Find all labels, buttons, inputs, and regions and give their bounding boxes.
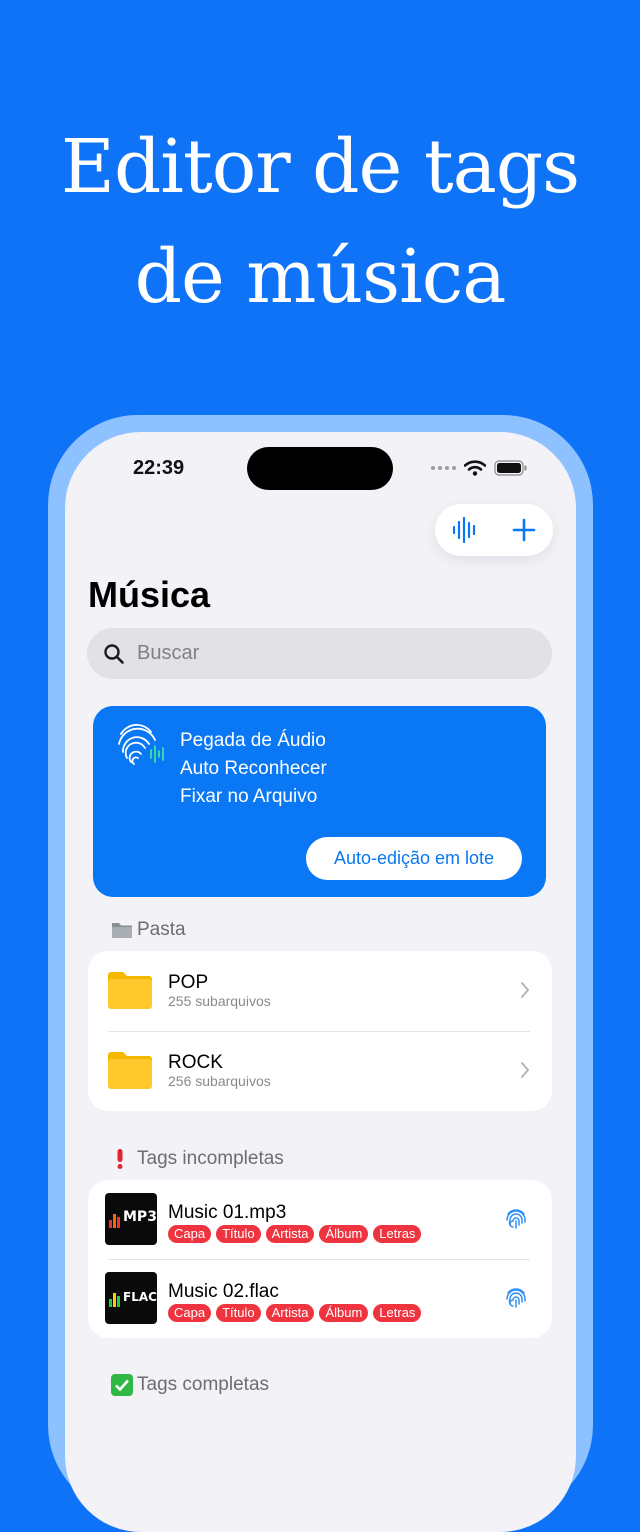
folder-row-pop[interactable]: POP 255 subarquivos <box>88 951 552 1031</box>
hero-line-1: Editor de tags <box>60 124 580 210</box>
search-icon <box>104 643 124 664</box>
folders-section-label: Pasta <box>137 919 186 940</box>
album-art-thumbnail: MP3 <box>105 1193 157 1245</box>
file-name: Music 02.flac <box>168 1281 279 1302</box>
tag-badge: Álbum <box>319 1225 369 1243</box>
tag-badge: Título <box>216 1225 261 1243</box>
file-row[interactable]: MP3 Music 01.mp3 Capa Título Artista Álb… <box>88 1180 552 1260</box>
missing-tags: Capa Título Artista Álbum Letras <box>168 1225 422 1243</box>
folder-icon <box>112 923 132 938</box>
tag-badge: Capa <box>168 1304 212 1322</box>
chevron-right-icon <box>521 982 530 998</box>
fingerprint-icon[interactable] <box>504 1286 528 1310</box>
album-art-thumbnail: FLAC <box>105 1272 157 1324</box>
incomplete-list: MP3 Music 01.mp3 Capa Título Artista Álb… <box>88 1180 552 1338</box>
add-button[interactable] <box>504 510 544 550</box>
folder-name: POP <box>168 972 209 993</box>
fingerprint-icon[interactable] <box>504 1207 528 1231</box>
wifi-icon <box>464 460 486 476</box>
folders-section-header: Pasta <box>111 919 186 941</box>
hero-line-2: de música <box>134 234 507 320</box>
exclamation-icon <box>117 1149 123 1169</box>
equalizer-icon <box>109 1214 120 1228</box>
phone-screen: 22:39 Música Buscar Pegada de Áudio Auto… <box>65 432 576 1532</box>
file-format-label: FLAC <box>123 1290 157 1304</box>
status-time: 22:39 <box>133 457 185 479</box>
battery-icon <box>494 460 527 476</box>
folders-list: POP 255 subarquivos ROCK 256 subarquivos <box>88 951 552 1111</box>
file-row[interactable]: FLAC Music 02.flac Capa Título Artista Á… <box>88 1259 552 1339</box>
incomplete-section-header: Tags incompletas <box>115 1148 284 1170</box>
missing-tags: Capa Título Artista Álbum Letras <box>168 1304 422 1322</box>
search-bar[interactable] <box>87 628 552 679</box>
file-format-label: MP3 <box>123 1209 157 1225</box>
complete-section-label: Tags completas <box>137 1374 270 1395</box>
status-indicators <box>431 460 528 476</box>
folder-row-rock[interactable]: ROCK 256 subarquivos <box>88 1031 552 1111</box>
feature-audio-fingerprint: Pegada de Áudio <box>180 730 326 751</box>
audio-recognize-button[interactable] <box>445 510 485 550</box>
signal-icon <box>431 466 456 470</box>
incomplete-section-label: Tags incompletas <box>137 1148 284 1169</box>
tag-badge: Álbum <box>319 1304 369 1322</box>
tag-badge: Letras <box>373 1304 422 1322</box>
feature-save-to-file: Fixar no Arquivo <box>180 786 318 807</box>
folder-count: 255 subarquivos <box>168 993 271 1009</box>
plus-icon <box>512 518 535 542</box>
waveform-icon <box>452 516 475 544</box>
fingerprint-icon <box>118 724 164 765</box>
check-icon <box>111 1374 133 1396</box>
batch-edit-button[interactable]: Auto-edição em lote <box>306 837 522 880</box>
folder-name: ROCK <box>168 1052 223 1073</box>
tag-badge: Artista <box>265 1304 315 1322</box>
complete-section-header: Tags completas <box>111 1374 269 1396</box>
tag-badge: Capa <box>168 1225 212 1243</box>
file-name: Music 01.mp3 <box>168 1202 287 1223</box>
tag-badge: Artista <box>265 1225 315 1243</box>
toolbar-pill <box>435 504 553 556</box>
tag-badge: Letras <box>373 1225 422 1243</box>
feature-banner: Pegada de Áudio Auto Reconhecer Fixar no… <box>93 706 546 897</box>
folder-count: 256 subarquivos <box>168 1073 271 1089</box>
feature-auto-recognize: Auto Reconhecer <box>180 758 327 779</box>
search-input[interactable] <box>135 641 539 666</box>
tag-badge: Título <box>216 1304 261 1322</box>
page-title: Música <box>88 574 211 615</box>
folder-icon <box>108 1052 152 1089</box>
equalizer-icon <box>109 1293 120 1307</box>
dynamic-island <box>247 447 393 490</box>
hero-heading: Editor de tags de música <box>0 112 640 332</box>
folder-icon <box>108 972 152 1009</box>
chevron-right-icon <box>521 1062 530 1078</box>
